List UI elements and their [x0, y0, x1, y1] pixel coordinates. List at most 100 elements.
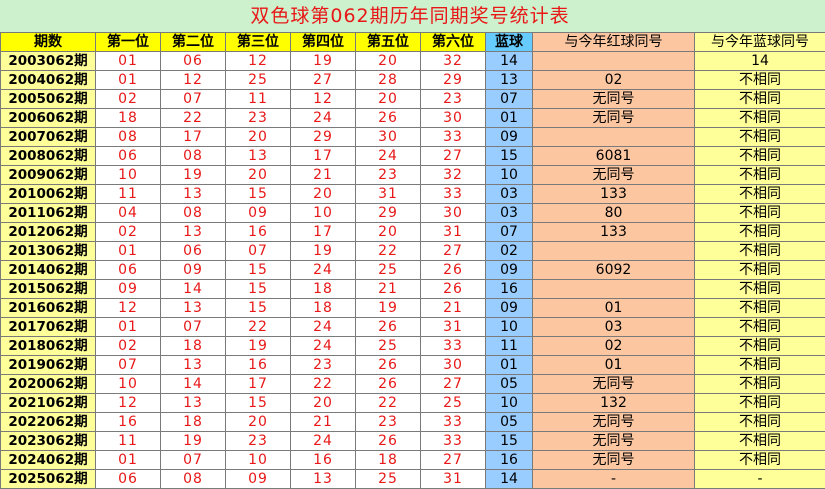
header-red-6: 第六位: [421, 33, 486, 52]
red-number-cell: 16: [226, 356, 291, 375]
period-cell: 2023062期: [1, 432, 96, 451]
red-number-cell: 19: [291, 52, 356, 71]
table-row: 2013062期01060719222702不相同: [1, 242, 825, 261]
red-number-cell: 08: [161, 470, 226, 489]
blue-same-cell: -: [695, 470, 825, 489]
red-number-cell: 20: [291, 394, 356, 413]
period-cell: 2015062期: [1, 280, 96, 299]
red-number-cell: 21: [291, 166, 356, 185]
red-number-cell: 22: [356, 242, 421, 261]
red-number-cell: 20: [226, 128, 291, 147]
blue-ball-cell: 01: [486, 109, 533, 128]
red-number-cell: 19: [291, 242, 356, 261]
red-number-cell: 27: [421, 242, 486, 261]
red-number-cell: 12: [226, 52, 291, 71]
red-number-cell: 16: [291, 451, 356, 470]
red-number-cell: 02: [96, 223, 161, 242]
header-red-5: 第五位: [356, 33, 421, 52]
blue-ball-cell: 16: [486, 451, 533, 470]
blue-ball-cell: 03: [486, 185, 533, 204]
blue-ball-cell: 01: [486, 356, 533, 375]
blue-ball-cell: 10: [486, 166, 533, 185]
red-number-cell: 18: [356, 451, 421, 470]
red-number-cell: 30: [421, 109, 486, 128]
red-number-cell: 10: [291, 204, 356, 223]
red-number-cell: 31: [421, 318, 486, 337]
blue-same-cell: 不相同: [695, 147, 825, 166]
red-number-cell: 24: [291, 432, 356, 451]
header-red-2: 第二位: [161, 33, 226, 52]
red-number-cell: 26: [356, 109, 421, 128]
red-number-cell: 01: [96, 71, 161, 90]
red-number-cell: 25: [356, 261, 421, 280]
table-row: 2004062期0112252728291302不相同: [1, 71, 825, 90]
red-number-cell: 06: [161, 52, 226, 71]
table-row: 2022062期16182021233305无同号不相同: [1, 413, 825, 432]
period-cell: 2018062期: [1, 337, 96, 356]
blue-ball-cell: 07: [486, 90, 533, 109]
red-number-cell: 24: [291, 261, 356, 280]
red-number-cell: 29: [356, 204, 421, 223]
red-number-cell: 30: [421, 204, 486, 223]
blue-same-cell: 不相同: [695, 185, 825, 204]
red-number-cell: 20: [226, 166, 291, 185]
red-number-cell: 07: [96, 356, 161, 375]
blue-ball-cell: 02: [486, 242, 533, 261]
blue-ball-cell: 15: [486, 147, 533, 166]
blue-same-cell: 不相同: [695, 128, 825, 147]
red-same-cell: 无同号: [533, 166, 695, 185]
red-number-cell: 20: [291, 185, 356, 204]
red-same-cell: 无同号: [533, 432, 695, 451]
red-number-cell: 25: [226, 71, 291, 90]
red-number-cell: 22: [291, 375, 356, 394]
red-number-cell: 33: [421, 128, 486, 147]
red-number-cell: 01: [96, 318, 161, 337]
red-number-cell: 07: [161, 90, 226, 109]
red-number-cell: 27: [421, 451, 486, 470]
red-number-cell: 24: [356, 147, 421, 166]
header-red-same: 与今年红球同号: [533, 33, 695, 52]
table-row: 2003062期0106121920321414: [1, 52, 825, 71]
red-number-cell: 01: [96, 451, 161, 470]
table-row: 2012062期02131617203107133不相同: [1, 223, 825, 242]
red-number-cell: 15: [226, 394, 291, 413]
red-number-cell: 20: [356, 52, 421, 71]
draw-history-table: 期数 第一位 第二位 第三位 第四位 第五位 第六位 蓝球 与今年红球同号 与今…: [0, 32, 825, 489]
red-number-cell: 06: [96, 147, 161, 166]
period-cell: 2011062期: [1, 204, 96, 223]
blue-ball-cell: 05: [486, 375, 533, 394]
red-number-cell: 18: [96, 109, 161, 128]
red-number-cell: 33: [421, 185, 486, 204]
red-number-cell: 17: [291, 147, 356, 166]
red-same-cell: 133: [533, 223, 695, 242]
blue-ball-cell: 14: [486, 52, 533, 71]
red-number-cell: 17: [291, 223, 356, 242]
blue-same-cell: 不相同: [695, 223, 825, 242]
page-title: 双色球第062期历年同期奖号统计表: [0, 3, 820, 29]
red-same-cell: [533, 52, 695, 71]
red-number-cell: 09: [161, 261, 226, 280]
red-number-cell: 23: [226, 109, 291, 128]
red-number-cell: 18: [291, 280, 356, 299]
blue-ball-cell: 13: [486, 71, 533, 90]
red-number-cell: 33: [421, 337, 486, 356]
red-number-cell: 21: [356, 280, 421, 299]
header-red-1: 第一位: [96, 33, 161, 52]
red-number-cell: 18: [161, 337, 226, 356]
period-cell: 2004062期: [1, 71, 96, 90]
red-same-cell: 6092: [533, 261, 695, 280]
blue-same-cell: 不相同: [695, 71, 825, 90]
blue-same-cell: 不相同: [695, 204, 825, 223]
red-number-cell: 12: [161, 71, 226, 90]
red-number-cell: 07: [161, 451, 226, 470]
red-number-cell: 13: [161, 394, 226, 413]
red-same-cell: 80: [533, 204, 695, 223]
red-number-cell: 15: [226, 185, 291, 204]
blue-ball-cell: 03: [486, 204, 533, 223]
table-row: 2017062期0107222426311003不相同: [1, 318, 825, 337]
red-number-cell: 26: [356, 356, 421, 375]
blue-same-cell: 不相同: [695, 432, 825, 451]
period-cell: 2012062期: [1, 223, 96, 242]
red-number-cell: 06: [161, 242, 226, 261]
blue-same-cell: 不相同: [695, 337, 825, 356]
